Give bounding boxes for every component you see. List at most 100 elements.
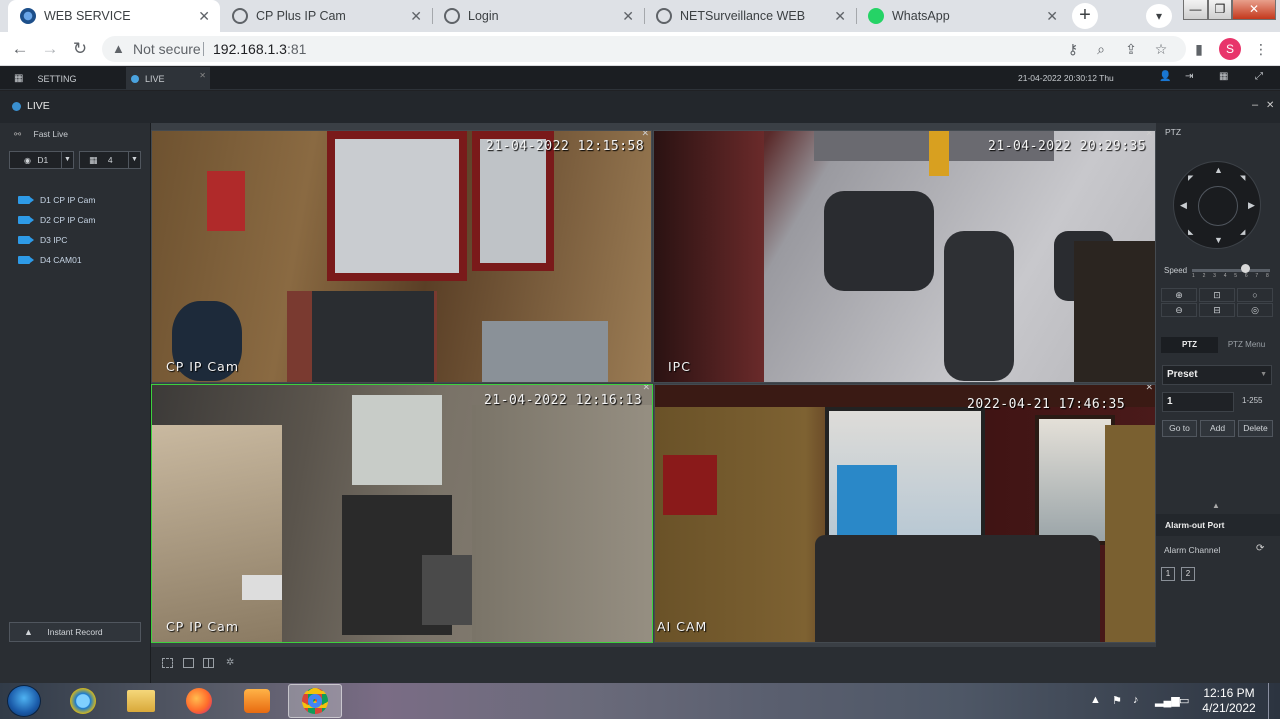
- close-tab-icon[interactable]: ✕: [1046, 8, 1058, 25]
- quad-view-icon[interactable]: [203, 658, 214, 668]
- address-bar[interactable]: ▲ Not secure 192.168.1.3:81 ⚷ ⌕ ⇪ ☆: [102, 36, 1186, 62]
- tab-setting[interactable]: ▦ SETTING: [0, 67, 125, 90]
- taskbar-app-ie[interactable]: [56, 684, 110, 718]
- gear-icon[interactable]: ✲: [226, 657, 234, 668]
- preset-number-input[interactable]: 1: [1162, 392, 1234, 412]
- pan-left-icon[interactable]: ◀: [1180, 200, 1187, 211]
- logout-icon[interactable]: ⇥: [1185, 71, 1193, 82]
- new-tab-button[interactable]: +: [1072, 3, 1098, 29]
- device-list-item[interactable]: D1 CP IP Cam: [18, 195, 95, 205]
- ptz-direction-wheel[interactable]: ▲ ▼ ◀ ▶ ◤ ◥ ◣ ◢: [1173, 161, 1261, 249]
- preset-goto-button[interactable]: Go to: [1162, 420, 1197, 437]
- taskbar-app-media[interactable]: [230, 684, 284, 718]
- pan-down-icon[interactable]: ▼: [1214, 235, 1223, 245]
- browser-tab-netsurveillance[interactable]: NETSurveillance WEB ✕: [644, 0, 856, 32]
- volume-icon[interactable]: ♪: [1133, 694, 1139, 706]
- layout-icon[interactable]: ▦: [1219, 71, 1228, 82]
- pan-up-left-icon[interactable]: ◤: [1188, 174, 1193, 182]
- key-icon[interactable]: ⚷: [1062, 37, 1084, 61]
- reload-icon[interactable]: ↻: [68, 37, 92, 61]
- window-maximize-button[interactable]: ❐: [1208, 0, 1232, 20]
- close-tab-icon[interactable]: ✕: [198, 8, 210, 25]
- tab-live[interactable]: LIVE ✕: [126, 67, 210, 90]
- taskbar-app-explorer[interactable]: [114, 684, 168, 718]
- browser-tab-web-service[interactable]: WEB SERVICE ✕: [8, 0, 220, 32]
- collapse-chevron-icon[interactable]: ▲: [1212, 501, 1220, 510]
- zoom-icon[interactable]: ⌕: [1090, 37, 1112, 61]
- pan-down-right-icon[interactable]: ◢: [1240, 228, 1245, 236]
- iris-close-icon[interactable]: ◎: [1237, 303, 1273, 317]
- back-arrow-icon[interactable]: ←: [8, 37, 32, 61]
- close-tab-icon[interactable]: ✕: [410, 8, 422, 25]
- tab-ptz[interactable]: PTZ: [1161, 337, 1218, 353]
- taskbar-app-firefox[interactable]: [172, 684, 226, 718]
- url-text[interactable]: 192.168.1.3:81: [213, 36, 306, 62]
- close-channel-icon[interactable]: ✕: [1145, 131, 1153, 139]
- alarm-port-checkbox[interactable]: 1: [1161, 567, 1175, 581]
- share-icon[interactable]: ⇪: [1120, 37, 1142, 61]
- window-minimize-button[interactable]: —: [1183, 0, 1208, 20]
- fullscreen-icon[interactable]: ⤢: [1255, 71, 1263, 82]
- preset-add-button[interactable]: Add: [1200, 420, 1235, 437]
- speed-slider-handle[interactable]: [1240, 264, 1250, 273]
- focus-far-icon[interactable]: ⊟: [1199, 303, 1235, 317]
- single-view-icon[interactable]: [183, 658, 194, 668]
- device-list-item[interactable]: D4 CAM01: [18, 255, 82, 265]
- flag-icon[interactable]: ⚑: [1112, 694, 1122, 707]
- browser-tab-cp-plus[interactable]: CP Plus IP Cam ✕: [220, 0, 432, 32]
- pan-down-left-icon[interactable]: ◣: [1188, 228, 1193, 236]
- start-button[interactable]: [7, 685, 41, 717]
- bookmark-star-icon[interactable]: ☆: [1150, 37, 1172, 61]
- pan-up-right-icon[interactable]: ◥: [1240, 174, 1245, 182]
- browser-tab-whatsapp[interactable]: WhatsApp ✕: [856, 0, 1068, 32]
- fit-view-icon[interactable]: [162, 658, 173, 668]
- close-channel-icon[interactable]: ✕: [641, 131, 649, 139]
- battery-icon[interactable]: ▭: [1179, 694, 1189, 707]
- zoom-out-icon[interactable]: ⊖: [1161, 303, 1197, 317]
- pan-up-icon[interactable]: ▲: [1214, 165, 1223, 175]
- zoom-in-icon[interactable]: ⊕: [1161, 288, 1197, 302]
- kebab-menu-icon[interactable]: ⋮: [1250, 37, 1272, 61]
- close-tab-icon[interactable]: ✕: [622, 8, 634, 25]
- close-channel-icon[interactable]: ✕: [1145, 385, 1153, 393]
- video-channel-2[interactable]: 21-04-2022 20:29:35 IPC ✕: [653, 130, 1156, 383]
- video-channel-3[interactable]: 21-04-2022 12:16:13 CP IP Cam ✕: [151, 384, 653, 643]
- tray-expand-icon[interactable]: ▲: [1090, 694, 1101, 706]
- fast-live-toggle[interactable]: ⚯ Fast Live: [14, 129, 68, 140]
- network-signal-icon[interactable]: ▂▄▆: [1155, 694, 1180, 707]
- system-clock[interactable]: 12:16 PM 4/21/2022: [1198, 686, 1260, 716]
- video-channel-4[interactable]: 2022-04-21 17:46:35 AI CAM ✕: [654, 384, 1156, 643]
- ptz-center-button[interactable]: [1198, 186, 1238, 226]
- taskbar-app-chrome[interactable]: [288, 684, 342, 718]
- close-tab-icon[interactable]: ✕: [199, 71, 206, 80]
- security-label[interactable]: Not secure: [133, 36, 201, 62]
- close-tab-icon[interactable]: ✕: [834, 8, 846, 25]
- alarm-port-checkbox[interactable]: 2: [1181, 567, 1195, 581]
- profile-avatar[interactable]: S: [1219, 38, 1241, 60]
- side-panel-icon[interactable]: ▮: [1188, 37, 1210, 61]
- preset-delete-button[interactable]: Delete: [1238, 420, 1273, 437]
- tab-search-chevron-icon[interactable]: ▾: [1146, 4, 1172, 28]
- iris-open-icon[interactable]: ○: [1237, 288, 1273, 302]
- refresh-icon[interactable]: ⟳: [1256, 543, 1264, 554]
- pan-right-icon[interactable]: ▶: [1248, 200, 1255, 211]
- show-desktop-button[interactable]: [1268, 683, 1280, 719]
- preset-select[interactable]: Preset ▼: [1162, 365, 1272, 385]
- browser-tab-login[interactable]: Login ✕: [432, 0, 644, 32]
- focus-near-icon[interactable]: ⊡: [1199, 288, 1235, 302]
- speed-slider[interactable]: [1192, 269, 1270, 272]
- device-list-item[interactable]: D3 IPC: [18, 235, 67, 245]
- video-channel-1[interactable]: 21-04-2022 12:15:58 CP IP Cam ✕: [151, 130, 652, 383]
- device-list-item[interactable]: D2 CP IP Cam: [18, 215, 95, 225]
- minimize-icon[interactable]: –: [1252, 99, 1258, 111]
- warning-triangle-icon[interactable]: ▲: [112, 36, 125, 62]
- window-close-button[interactable]: ✕: [1232, 0, 1276, 20]
- instant-record-button[interactable]: ▲ Instant Record: [9, 622, 141, 642]
- close-channel-icon[interactable]: ✕: [642, 385, 650, 393]
- user-icon[interactable]: 👤: [1159, 71, 1171, 82]
- forward-arrow-icon[interactable]: →: [38, 37, 62, 61]
- close-icon[interactable]: ✕: [1266, 100, 1274, 111]
- split-select[interactable]: ▦ 4 ▼: [79, 151, 141, 169]
- tab-ptz-menu[interactable]: PTZ Menu: [1218, 337, 1275, 353]
- device-select[interactable]: ◉ D1 ▼: [9, 151, 74, 169]
